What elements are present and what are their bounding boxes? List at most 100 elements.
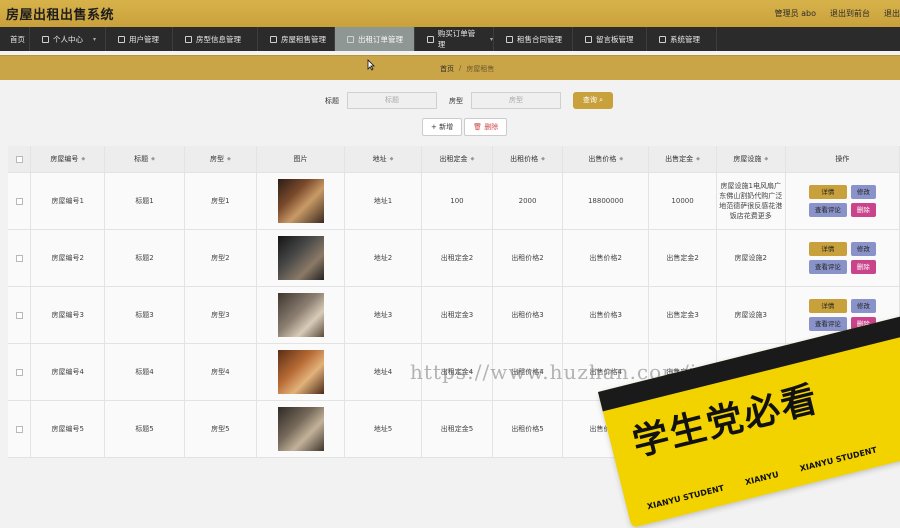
nav-item-buy-orders[interactable]: 购买订单管理 ▾ [415, 27, 494, 51]
row-select-cell [8, 401, 32, 457]
row-select-cell [8, 230, 32, 286]
logout-link[interactable]: 退出 [884, 8, 900, 19]
table-cell: 出租价格5 [493, 401, 564, 457]
table-cell [257, 344, 345, 400]
column-header[interactable]: 出售定金 ◆ [649, 146, 717, 172]
column-header-label: 图片 [293, 155, 308, 163]
cart-icon [427, 35, 434, 43]
search-button[interactable]: 查询 ⌕ [573, 92, 613, 109]
table-cell: 100 [422, 173, 493, 229]
table-cell [257, 401, 345, 457]
house-photo[interactable] [277, 293, 324, 337]
column-header[interactable]: 出售价格 ◆ [563, 146, 650, 172]
column-header-label: 地址 [372, 155, 387, 163]
sort-icon: ◆ [151, 156, 155, 162]
type-search-input[interactable]: 房型 [471, 92, 561, 109]
house-photo[interactable] [277, 407, 324, 451]
nav-item-rent-orders[interactable]: 出租订单管理 [335, 27, 415, 51]
back-to-front-link[interactable]: 退出到前台 [830, 8, 870, 19]
column-header[interactable]: 房屋编号 ◆ [31, 146, 106, 172]
house-photo[interactable] [277, 179, 324, 223]
row-checkbox[interactable] [15, 197, 23, 205]
breadcrumb-separator: / [459, 64, 462, 72]
sort-icon: ◆ [764, 156, 769, 162]
row-checkbox[interactable] [15, 254, 23, 262]
table-cell: 房屋编号2 [31, 230, 106, 286]
house-photo[interactable] [277, 236, 324, 280]
cell-text: 房屋编号4 [51, 368, 84, 376]
table-cell: 地址1 [345, 173, 423, 229]
cell-text: 出租定金2 [440, 254, 474, 262]
nav-item-rent-sale[interactable]: 房屋租售管理 [258, 27, 335, 51]
nav-item-contracts[interactable]: 租售合同管理 [494, 27, 573, 51]
person-icon [42, 35, 49, 43]
table-cell: 房屋编号5 [31, 401, 106, 457]
type-label: 房型 [449, 96, 463, 105]
column-header[interactable]: 图片 [257, 146, 345, 172]
column-header[interactable]: 房屋设施 ◆ [717, 146, 786, 172]
cell-text: 房屋设施1电风扇广东佛山割奶代购广泛地范德萨很反感花港饭店花费更多 [719, 182, 783, 220]
title-search-input[interactable]: 标题 [347, 92, 437, 109]
nav-item-messages[interactable]: 留言板管理 [573, 27, 647, 51]
house-icon [270, 35, 277, 43]
edit-button[interactable]: 修改 [850, 242, 876, 256]
column-header[interactable]: 出租定金 ◆ [422, 146, 493, 172]
table-cell: 出售定金3 [649, 287, 717, 343]
column-header[interactable]: 出租价格 ◆ [493, 146, 564, 172]
detail-button[interactable]: 详情 [808, 299, 847, 313]
nav-item-users[interactable]: 用户管理 [106, 27, 173, 51]
cell-text: 出售价格2 [589, 254, 622, 262]
column-header-label: 房型 [209, 155, 224, 163]
select-all-checkbox[interactable] [15, 155, 23, 163]
table-row: 房屋编号3 标题3 房型3 地址3 出租定金3 出租价格3 出售价格3 出售定金3 房屋设施3 详… [8, 287, 900, 344]
cell-text: 房屋编号3 [51, 311, 84, 319]
table-cell: 房屋设施1电风扇广东佛山割奶代购广泛地范德萨很反感花港饭店花费更多 [717, 173, 786, 229]
remove-button[interactable]: 删除 [850, 203, 876, 217]
table-cell: 标题1 [105, 173, 185, 229]
column-header[interactable]: 地址 ◆ [345, 146, 423, 172]
breadcrumb-home[interactable]: 首页 [440, 64, 454, 74]
delete-button[interactable]: 🗑 删除 [464, 118, 508, 136]
view-comments-button[interactable]: 查看评论 [808, 260, 847, 274]
cell-text: 出租价格3 [511, 311, 544, 319]
row-checkbox[interactable] [15, 311, 23, 319]
table-cell: 房屋编号3 [31, 287, 106, 343]
cell-text: 18800000 [587, 197, 624, 205]
edit-button[interactable]: 修改 [850, 185, 876, 199]
cell-text: 标题1 [135, 197, 154, 205]
nav-item-home[interactable]: 首页 [0, 27, 30, 51]
table-cell: 房型3 [185, 287, 258, 343]
table-cell [257, 173, 345, 229]
table-cell: 标题5 [105, 401, 185, 457]
row-checkbox[interactable] [15, 368, 23, 376]
house-photo[interactable] [277, 350, 324, 394]
edit-button[interactable]: 修改 [850, 299, 876, 313]
table-cell: 房型2 [185, 230, 258, 286]
row-checkbox[interactable] [15, 425, 23, 433]
cell-text: 房型5 [211, 425, 230, 433]
column-header[interactable]: 房型 ◆ [185, 146, 258, 172]
column-header[interactable]: 标题 ◆ [105, 146, 185, 172]
column-header[interactable]: 操作 [786, 146, 900, 172]
app-header: 房屋出租出售系统 管理员 abo 退出到前台 退出 [0, 0, 900, 27]
detail-button[interactable]: 详情 [808, 242, 847, 256]
nav-item-personal[interactable]: 个人中心 ▾ [30, 27, 106, 51]
table-cell [257, 287, 345, 343]
document-icon [506, 35, 513, 43]
nav-item-room-types[interactable]: 房型信息管理 [173, 27, 258, 51]
detail-button[interactable]: 详情 [808, 185, 847, 199]
table-cell: 房屋编号1 [31, 173, 106, 229]
row-actions: 详情修改查看评论删除 [786, 230, 900, 286]
table-row: 房屋编号2 标题2 房型2 地址2 出租定金2 出租价格2 出售价格2 出售定金2 房屋设施2 详… [8, 230, 900, 287]
cell-text: 标题2 [135, 254, 154, 262]
table-cell: 房型4 [185, 344, 258, 400]
breadcrumb-current: 房屋租售 [466, 65, 495, 73]
add-button[interactable]: + 新增 [422, 118, 463, 136]
nav-item-system[interactable]: 系统管理 [647, 27, 717, 51]
view-comments-button[interactable]: 查看评论 [808, 203, 847, 217]
cell-text: 房屋编号2 [51, 254, 84, 262]
table-actions: + 新增 🗑 删除 [422, 118, 508, 136]
cell-text: 房屋编号5 [51, 425, 84, 433]
remove-button[interactable]: 删除 [850, 260, 876, 274]
view-comments-button[interactable]: 查看评论 [808, 317, 847, 331]
